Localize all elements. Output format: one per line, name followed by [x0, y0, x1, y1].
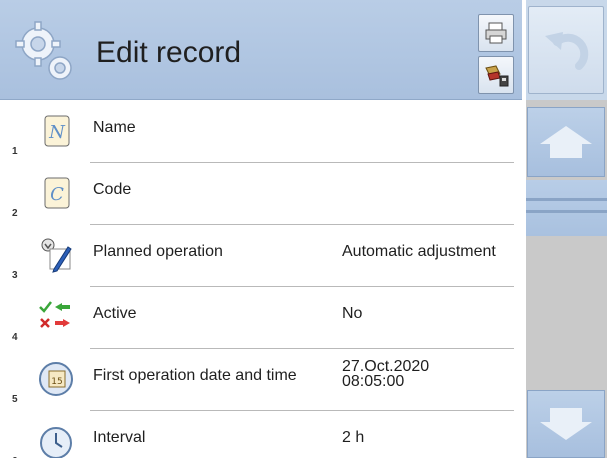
date-value: 27.Oct.2020: [342, 358, 430, 375]
list-item-name[interactable]: N Name 1: [0, 101, 522, 163]
title-bar: Edit record: [0, 0, 522, 100]
field-label: Active: [93, 305, 137, 322]
field-label: Name: [93, 119, 136, 136]
code-C-icon: C: [44, 177, 70, 209]
back-button[interactable]: [528, 6, 604, 94]
row-index: 1: [12, 146, 18, 157]
settings-gears-icon: [15, 21, 72, 80]
printer-icon: [485, 22, 507, 44]
name-N-icon: N: [44, 115, 70, 147]
field-label: Planned operation: [93, 243, 223, 260]
list-item-code[interactable]: C Code 2: [0, 163, 522, 225]
svg-text:C: C: [50, 184, 64, 205]
planned-operation-pen-icon: [41, 238, 72, 273]
svg-text:N: N: [48, 122, 66, 143]
list-item-planned-operation[interactable]: Planned operation Automatic adjustment 3: [0, 225, 522, 287]
list-item-first-operation[interactable]: 15 First operation date and time 27.Oct.…: [0, 349, 522, 411]
thumb-grip-line: [526, 210, 607, 213]
export-drive-icon: [485, 65, 509, 87]
svg-text:15: 15: [51, 377, 62, 387]
print-button[interactable]: [478, 14, 514, 52]
field-value: 2 h: [342, 429, 365, 446]
calendar-clock-icon: 15: [39, 362, 73, 396]
field-value: No: [342, 305, 363, 322]
row-index: 3: [12, 270, 18, 281]
undo-arrow-icon: [545, 32, 589, 70]
scroll-up-button[interactable]: [527, 107, 605, 177]
time-value: 08:05:00: [342, 373, 405, 390]
active-check-cross-icon: [39, 301, 70, 328]
row-index: 5: [12, 394, 18, 405]
arrow-down-icon: [540, 408, 592, 440]
thumb-grip-line: [526, 198, 607, 201]
field-value: 27.Oct.2020 08:05:00: [342, 358, 430, 390]
field-label: Interval: [93, 429, 146, 446]
list-item-active[interactable]: Active No 4: [0, 287, 522, 349]
field-label: First operation date and time: [93, 367, 297, 384]
scroll-down-button[interactable]: [527, 390, 605, 458]
clock-icon: [40, 427, 72, 458]
field-value: Automatic adjustment: [342, 243, 496, 260]
page-title: Edit record: [96, 36, 242, 69]
list-item-interval[interactable]: Interval 2 h 6: [0, 411, 522, 458]
field-label: Code: [93, 181, 132, 198]
row-index: 2: [12, 208, 18, 219]
record-fields-list: N Name 1 C Code 2 Planned operation Auto…: [0, 101, 522, 458]
export-button[interactable]: [478, 56, 514, 94]
row-index: 4: [12, 332, 18, 343]
arrow-up-icon: [540, 126, 592, 158]
scrollbar-thumb[interactable]: [526, 180, 607, 236]
